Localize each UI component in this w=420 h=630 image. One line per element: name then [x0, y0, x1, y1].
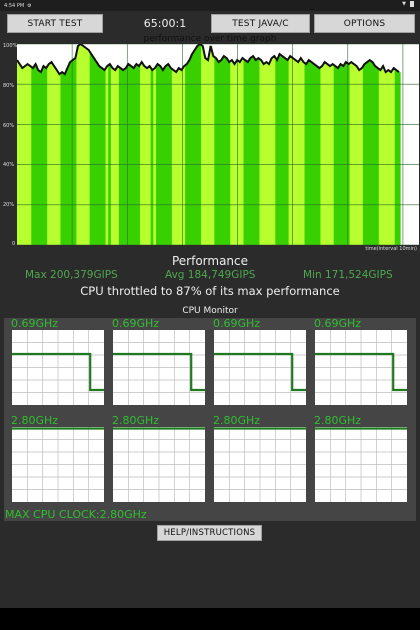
cpu-monitor-title: CPU Monitor [182, 306, 238, 316]
core-3-frequency: 0.69GHz [314, 317, 362, 330]
performance-title: Performance [171, 254, 249, 268]
battery-icon [410, 1, 414, 7]
core-5-graph [113, 427, 205, 502]
core-1-frequency: 0.69GHz [112, 317, 160, 330]
toolbar: START TEST 65:00:1 TEST JAVA/C OPTIONS [0, 14, 420, 33]
time-interval-label: time(interval 10min) [365, 246, 417, 252]
timer-display: 65:00:1 [143, 17, 187, 30]
help-instructions-button[interactable]: HELP/INSTRUCTIONS [157, 525, 262, 541]
y-label-60: 60% [3, 123, 15, 129]
core-1-graph [113, 330, 205, 405]
y-label-20: 20% [3, 202, 15, 208]
core-2-frequency: 0.69GHz [213, 317, 261, 330]
avg-performance: Avg 184,749GIPS [165, 269, 256, 281]
y-label-80: 80% [3, 83, 15, 89]
core-2-graph [214, 330, 306, 405]
navigation-bar [0, 608, 420, 630]
core-7-frequency: 2.80GHz [314, 414, 362, 427]
core-0-frequency: 0.69GHz [11, 317, 59, 330]
core-6-frequency: 2.80GHz [213, 414, 261, 427]
wifi-icon: ▼ [402, 1, 406, 7]
y-label-40: 40% [3, 162, 15, 168]
core-6-graph [214, 427, 306, 502]
core-0-graph [12, 330, 104, 405]
core-3-graph [315, 330, 407, 405]
core-7-graph [315, 427, 407, 502]
max-cpu-clock: MAX CPU CLOCK:2.80GHz [5, 508, 147, 521]
core-5-frequency: 2.80GHz [112, 414, 160, 427]
start-test-button[interactable]: START TEST [7, 14, 103, 33]
core-4-frequency: 2.80GHz [11, 414, 59, 427]
options-button[interactable]: OPTIONS [314, 14, 415, 33]
settings-gear-icon: ⚙ [27, 2, 32, 9]
y-label-0: 0 [12, 241, 16, 247]
throttle-summary: CPU throttled to 87% of its max performa… [80, 284, 340, 298]
core-4-graph [12, 427, 104, 502]
test-java-c-button[interactable]: TEST JAVA/C [211, 14, 310, 33]
min-performance: Min 171,524GIPS [303, 269, 393, 281]
max-performance: Max 200,379GIPS [25, 269, 118, 281]
performance-graph-svg [17, 44, 419, 245]
status-time: 4:54 PM [4, 2, 25, 9]
status-bar: 4:54 PM ⚙ ▼ [0, 0, 420, 11]
cpu-monitor-panel: 0.69GHz 0.69GHz 0.69GHz 0.69GHz 2.80GHz 2.80G… [4, 317, 416, 521]
performance-bar [397, 72, 401, 245]
graph-title: performance over time graph [143, 34, 277, 44]
performance-graph [17, 44, 419, 245]
